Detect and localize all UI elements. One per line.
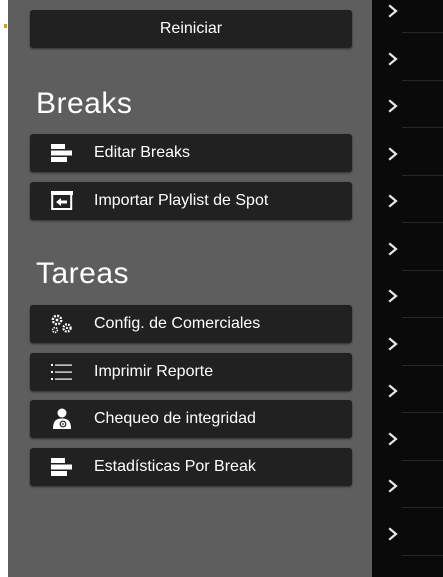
row-separator	[402, 127, 443, 128]
row-separator	[402, 174, 443, 176]
right-column	[372, 0, 443, 577]
row-separator	[402, 32, 443, 33]
chevron-right-icon[interactable]	[386, 526, 400, 541]
chevron-right-icon[interactable]	[386, 384, 400, 398]
chevron-right-icon[interactable]	[386, 194, 400, 208]
estadisticas-break-button[interactable]: Estadísticas Por Break	[30, 448, 352, 486]
row-separator	[402, 554, 443, 556]
row-separator	[402, 222, 443, 223]
row-separator	[402, 269, 443, 271]
row-separator	[402, 79, 443, 81]
imprimir-reporte-label: Imprimir Reporte	[94, 363, 214, 380]
edit-breaks-label: Editar Breaks	[94, 144, 191, 161]
chequeo-integridad-label: Chequeo de integridad	[94, 410, 256, 427]
import-playlist-label: Importar Playlist de Spot	[94, 192, 269, 209]
chevron-right-icon[interactable]	[386, 336, 400, 351]
chevron-right-icon[interactable]	[386, 4, 400, 18]
window-left-edge	[0, 0, 8, 577]
chevron-right-icon[interactable]	[386, 241, 400, 256]
estadisticas-break-label: Estadísticas Por Break	[94, 458, 256, 475]
edit-breaks-button[interactable]: Editar Breaks	[30, 134, 352, 172]
reset-button[interactable]: Reiniciar	[30, 10, 352, 48]
import-playlist-button[interactable]: Importar Playlist de Spot	[30, 182, 352, 220]
chevron-right-icon[interactable]	[386, 99, 400, 113]
chevron-right-icon[interactable]	[386, 479, 400, 493]
user-check-icon	[48, 407, 76, 431]
config-comerciales-label: Config. de Comerciales	[94, 315, 261, 332]
row-separator	[402, 412, 443, 413]
chevron-right-icon[interactable]	[386, 51, 400, 66]
chevron-right-icon[interactable]	[386, 146, 400, 161]
list-icon	[48, 360, 76, 384]
row-separator	[402, 459, 443, 461]
row-separator	[402, 364, 443, 366]
chequeo-integridad-button[interactable]: Chequeo de integridad	[30, 400, 352, 438]
bars-icon	[48, 455, 76, 479]
chevron-right-icon[interactable]	[386, 431, 400, 446]
import-icon	[48, 189, 76, 213]
actions-panel: Reiniciar Breaks Editar Breaks Importar …	[8, 0, 372, 577]
row-separator	[402, 317, 443, 318]
section-title-breaks: Breaks	[36, 87, 133, 120]
reset-button-label: Reiniciar	[159, 20, 223, 37]
chevron-right-icon[interactable]	[386, 289, 400, 303]
section-title-tareas: Tareas	[36, 257, 130, 290]
config-comerciales-button[interactable]: Config. de Comerciales	[30, 305, 352, 343]
bars-icon	[48, 141, 76, 165]
row-separator	[402, 507, 443, 508]
gears-icon	[48, 312, 76, 336]
imprimir-reporte-button[interactable]: Imprimir Reporte	[30, 353, 352, 391]
